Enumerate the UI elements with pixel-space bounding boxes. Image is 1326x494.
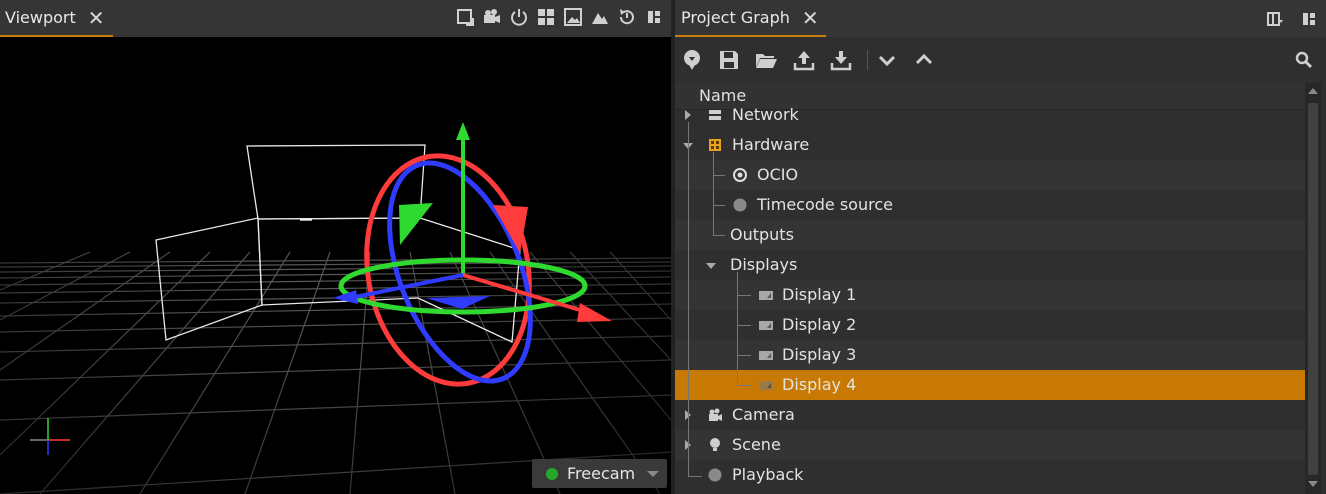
tree-item-display-2[interactable]: Display 2: [675, 310, 1305, 340]
tree-item-label: Scene: [732, 435, 781, 454]
display-icon: [759, 321, 773, 330]
freecam-status-dot: [546, 467, 558, 480]
tree-item-outputs[interactable]: Outputs: [675, 220, 1305, 250]
display-icon: [759, 381, 773, 390]
display-icon: [759, 291, 773, 300]
tree-item-label: Camera: [732, 405, 795, 424]
tree-item-label: Display 4: [782, 375, 857, 394]
tree-item-displays[interactable]: Displays: [675, 250, 1305, 280]
tree-item-label: Network: [732, 105, 799, 124]
tab-viewport-label: Viewport: [5, 8, 76, 27]
tree-item-label: OCIO: [757, 165, 799, 184]
project-graph-toolbar: [675, 37, 1326, 83]
tree-item-timecode-source[interactable]: Timecode source: [675, 190, 1305, 220]
tree-connector: [688, 476, 702, 477]
tree-connector: [737, 295, 751, 296]
scrollbar-thumb[interactable]: [1308, 103, 1318, 475]
camera-icon[interactable]: [483, 8, 501, 26]
tab-project-graph[interactable]: Project Graph ✕: [675, 0, 826, 37]
viewport-canvas[interactable]: [0, 37, 671, 494]
tree-item-display-3[interactable]: Display 3: [675, 340, 1305, 370]
panel-options-icon[interactable]: [1266, 10, 1284, 28]
tree-item-display-4[interactable]: Display 4: [675, 370, 1305, 400]
tree-item-label: Hardware: [732, 135, 810, 154]
light-bulb-icon: [710, 438, 720, 451]
tree-connector: [737, 272, 738, 385]
tree-connector: [713, 152, 714, 235]
scroll-down-icon[interactable]: [1308, 481, 1318, 487]
tree-item-camera[interactable]: Camera: [675, 400, 1305, 430]
tree-scrollbar[interactable]: [1305, 83, 1321, 494]
maximize-icon[interactable]: [456, 8, 474, 26]
image-icon[interactable]: [564, 8, 582, 26]
terrain-icon[interactable]: [591, 8, 609, 26]
collapse-all-icon[interactable]: [913, 49, 935, 71]
power-icon[interactable]: [510, 8, 528, 26]
tree-item-label: Display 2: [782, 315, 857, 334]
download-icon[interactable]: [830, 49, 852, 71]
tree-connector: [737, 325, 751, 326]
project-graph-panel: Project Graph ✕ Name Network Hardware OC…: [675, 0, 1326, 494]
ocio-icon: [733, 168, 747, 182]
tree-connector: [688, 122, 689, 477]
tree-connector: [713, 205, 725, 206]
tree-item-label: Display 1: [782, 285, 857, 304]
tree-item-label: Display 3: [782, 345, 857, 364]
tree-item-label: Outputs: [730, 225, 794, 244]
open-folder-icon[interactable]: [755, 49, 777, 71]
toolbar-separator: [867, 50, 868, 70]
tree-item-playback[interactable]: Playback: [675, 460, 1305, 490]
tree-item-hardware[interactable]: Hardware: [675, 130, 1305, 160]
tree-connector: [713, 235, 725, 236]
tree-item-display-1[interactable]: Display 1: [675, 280, 1305, 310]
project-tree: Network Hardware OCIO Timecode source Ou…: [675, 100, 1305, 494]
scroll-up-icon[interactable]: [1308, 88, 1318, 94]
project-graph-tabbar: Project Graph ✕: [675, 0, 1326, 37]
expand-all-icon[interactable]: [876, 49, 898, 71]
project-graph-tab-tools: [1266, 10, 1318, 28]
upload-icon[interactable]: [793, 49, 815, 71]
import-icon[interactable]: [681, 49, 703, 71]
viewport-tabbar: Viewport ✕: [0, 0, 671, 37]
tree-item-label: Playback: [732, 465, 804, 484]
tree-connector: [713, 175, 725, 176]
display-icon: [759, 351, 773, 360]
layout-icon[interactable]: [645, 8, 663, 26]
layout-icon[interactable]: [1300, 10, 1318, 28]
tab-viewport[interactable]: Viewport ✕: [0, 0, 113, 37]
tree-connector: [737, 355, 751, 356]
freecam-dropdown[interactable]: Freecam: [532, 459, 667, 488]
expand-arrow-icon[interactable]: [685, 110, 691, 120]
tree-item-ocio[interactable]: OCIO: [675, 160, 1305, 190]
rotate-icon[interactable]: [618, 8, 636, 26]
network-icon: [709, 110, 721, 120]
viewport-panel: Viewport ✕ Freecam: [0, 0, 671, 494]
save-icon[interactable]: [718, 49, 740, 71]
tree-item-label: Displays: [730, 255, 798, 274]
freecam-label: Freecam: [567, 464, 636, 483]
collapse-arrow-icon[interactable]: [706, 263, 716, 269]
viewport-toolbar: [456, 8, 663, 26]
tree-item-scene[interactable]: Scene: [675, 430, 1305, 460]
tree-item-network[interactable]: Network: [675, 100, 1305, 130]
search-icon[interactable]: [1295, 51, 1313, 69]
close-icon[interactable]: ✕: [88, 8, 105, 28]
playback-icon: [708, 468, 722, 482]
close-icon[interactable]: ✕: [802, 8, 819, 28]
tab-project-graph-label: Project Graph: [681, 8, 790, 27]
timecode-icon: [733, 198, 747, 212]
camera-icon: [709, 408, 722, 421]
tree-item-label: Timecode source: [757, 195, 893, 214]
grid-icon[interactable]: [537, 8, 555, 26]
hardware-icon: [709, 139, 721, 151]
tree-connector: [737, 385, 751, 386]
chevron-down-icon: [647, 470, 660, 477]
